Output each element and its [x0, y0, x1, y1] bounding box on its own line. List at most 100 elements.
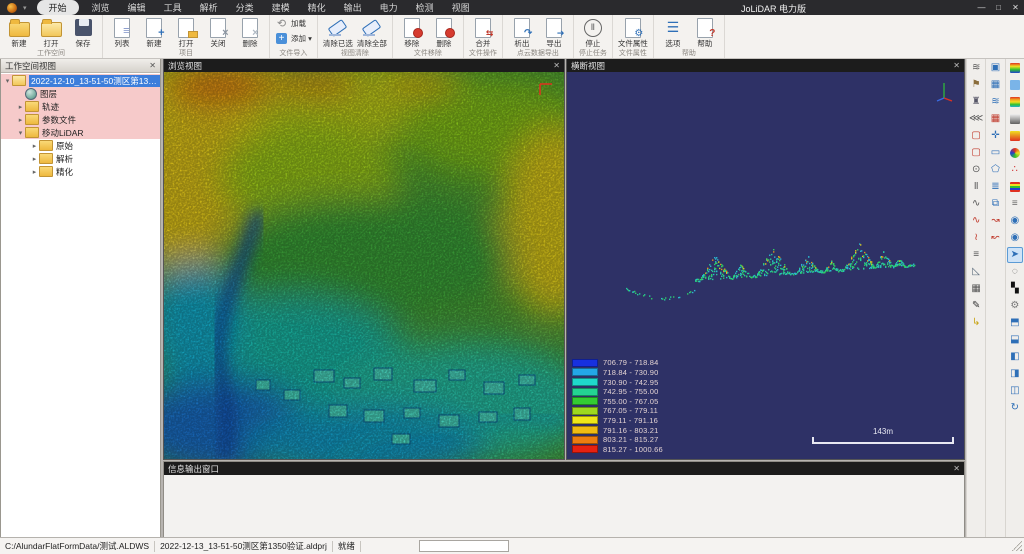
elevation-ramp-icon[interactable] — [1007, 94, 1023, 110]
tree-item-refined[interactable]: ▸ 精化 — [1, 165, 160, 178]
spline-red-icon[interactable]: ∿ — [968, 213, 984, 229]
eye-2-icon[interactable]: ◉ — [1007, 230, 1023, 246]
tree-item-parameter-files[interactable]: ▸ 参数文件 — [1, 113, 160, 126]
pause-circle-icon[interactable]: Ⅱ — [968, 179, 984, 195]
new-project-button[interactable]: 新建 — [138, 16, 170, 48]
close-icon[interactable]: ✕ — [953, 464, 960, 473]
tree-item-parsed[interactable]: ▸ 解析 — [1, 152, 160, 165]
cube-rotate-icon[interactable]: ↻ — [1007, 400, 1023, 416]
app-logo-icon[interactable] — [7, 3, 17, 13]
polygon-select-icon[interactable]: ⬠ — [987, 162, 1003, 178]
remove-file-button[interactable]: 移除 — [396, 16, 428, 48]
expand-arrow-icon[interactable]: ▸ — [30, 168, 39, 176]
cube-top-icon[interactable]: ⬒ — [1007, 315, 1023, 331]
flat-color-icon[interactable] — [1007, 77, 1023, 93]
open-project-button[interactable]: 打开 — [170, 16, 202, 48]
close-project-button[interactable]: 关闭 — [202, 16, 234, 48]
rgb-points-icon[interactable]: ∴ — [1007, 162, 1023, 178]
zoom-box-icon[interactable]: ⊙ — [968, 162, 984, 178]
grid-red-icon[interactable]: ▦ — [987, 111, 1003, 127]
close-icon[interactable]: ✕ — [149, 61, 156, 70]
tree-item-trajectory[interactable]: ▸ 轨迹 — [1, 100, 160, 113]
gray-layers-icon[interactable]: ≡ — [1007, 196, 1023, 212]
curve-icon[interactable]: ∿ — [968, 196, 984, 212]
expand-arrow-icon[interactable]: ▸ — [30, 155, 39, 163]
tab-home[interactable]: 开始 — [37, 0, 79, 15]
tab-browse[interactable]: 浏览 — [83, 0, 119, 16]
open-workspace-button[interactable]: 打开 — [35, 16, 67, 48]
color-wheel-icon[interactable] — [1007, 145, 1023, 161]
load-file-button[interactable]: 加载 — [273, 16, 308, 31]
tab-view[interactable]: 视图 — [443, 0, 479, 16]
save-workspace-button[interactable]: 保存 — [67, 16, 99, 48]
add-file-button[interactable]: 添加 ▾ — [273, 31, 314, 46]
stop-button[interactable]: 停止 — [577, 16, 609, 48]
maximize-icon[interactable]: □ — [990, 0, 1007, 15]
gray-ramp-icon[interactable] — [1007, 111, 1023, 127]
settings-gear-icon[interactable]: ⚙ — [1007, 298, 1023, 314]
expand-arrow-icon[interactable]: ▸ — [16, 103, 25, 111]
delete-project-button[interactable]: 删除 — [234, 16, 266, 48]
tab-output[interactable]: 输出 — [335, 0, 371, 16]
expand-arrow-icon[interactable]: ▾ — [16, 129, 25, 137]
clear-selected-button[interactable]: 清除已选 — [321, 16, 355, 48]
expand-arrow-icon[interactable]: ▸ — [16, 116, 25, 124]
tab-refine[interactable]: 精化 — [299, 0, 335, 16]
polyline-red-icon[interactable]: ↝ — [987, 213, 1003, 229]
colormap-icon[interactable] — [1007, 60, 1023, 76]
minimize-icon[interactable]: — — [973, 0, 990, 15]
select-pointer-icon[interactable]: ➤ — [1007, 247, 1023, 263]
tree-item-project[interactable]: ▾ 2022-12-10_13-51-50测区第1350验证.aldprj — [1, 74, 160, 87]
file-properties-button[interactable]: 文件属性 — [616, 16, 650, 48]
rainbow-layers-icon[interactable] — [1007, 179, 1023, 195]
project-list-button[interactable]: 列表 — [106, 16, 138, 48]
point-cloud-canvas[interactable]: 706.79 - 718.84 718.84 - 730.90 730.90 -… — [567, 72, 964, 459]
cube-bottom-icon[interactable]: ⬓ — [1007, 332, 1023, 348]
elevation-map-canvas[interactable] — [164, 72, 564, 459]
lasso-icon[interactable]: ◌ — [1007, 264, 1023, 280]
help-button[interactable]: 帮助 — [689, 16, 721, 48]
spline-red-2-icon[interactable]: ≀ — [968, 230, 984, 246]
tab-tools[interactable]: 工具 — [155, 0, 191, 16]
list-doc-icon[interactable]: ≣ — [987, 179, 1003, 195]
close-icon[interactable]: ✕ — [953, 61, 960, 70]
tab-edit[interactable]: 编辑 — [119, 0, 155, 16]
tab-inspect[interactable]: 检测 — [407, 0, 443, 16]
layer-waves-icon[interactable]: ≋ — [987, 94, 1003, 110]
profile-layers-icon[interactable]: ≋ — [968, 60, 984, 76]
move-cross-icon[interactable]: ✛ — [987, 128, 1003, 144]
tab-classify[interactable]: 分类 — [227, 0, 263, 16]
quad-black-icon[interactable]: ▚ — [1007, 281, 1023, 297]
resize-grip[interactable] — [1012, 541, 1022, 551]
save-edit-icon[interactable]: ✎ — [968, 298, 984, 314]
rect-select-icon[interactable]: ▭ — [987, 145, 1003, 161]
grid-icon[interactable]: ▦ — [968, 281, 984, 297]
tab-analysis[interactable]: 解析 — [191, 0, 227, 16]
layers-copy-icon[interactable]: ⧉ — [987, 196, 1003, 212]
image-view-icon[interactable]: ▣ — [987, 60, 1003, 76]
eye-icon[interactable]: ◉ — [1007, 213, 1023, 229]
expand-arrow-icon[interactable]: ▸ — [30, 142, 39, 150]
apply-arrow-icon[interactable]: ↳ — [968, 315, 984, 331]
cube-iso-icon[interactable]: ◫ — [1007, 383, 1023, 399]
quick-access-caret-icon[interactable]: ▾ — [23, 4, 27, 12]
options-button[interactable]: 选项 — [657, 16, 689, 48]
grid-view-icon[interactable]: ▦ — [987, 77, 1003, 93]
close-icon[interactable]: ✕ — [1007, 0, 1024, 15]
delete-file-button[interactable]: 删除 — [428, 16, 460, 48]
tab-power[interactable]: 电力 — [371, 0, 407, 16]
polyline-red-2-icon[interactable]: ↜ — [987, 230, 1003, 246]
merge-file-button[interactable]: 合并 — [467, 16, 499, 48]
cube-right-icon[interactable]: ◨ — [1007, 366, 1023, 382]
tree-item-raw[interactable]: ▸ 原始 — [1, 139, 160, 152]
new-workspace-button[interactable]: 新建 — [3, 16, 35, 48]
slope-icon[interactable]: ◺ — [968, 264, 984, 280]
tree-item-mobile-lidar[interactable]: ▾ 移动LiDAR — [1, 126, 160, 139]
close-icon[interactable]: ✕ — [553, 61, 560, 70]
expand-arrow-icon[interactable]: ▾ — [3, 77, 12, 85]
swath-icon[interactable]: ⋘ — [968, 111, 984, 127]
export-button[interactable]: 导出 — [538, 16, 570, 48]
tree-item-layers[interactable]: 图层 — [1, 87, 160, 100]
clear-all-button[interactable]: 清除全部 — [355, 16, 389, 48]
extract-button[interactable]: 析出 — [506, 16, 538, 48]
